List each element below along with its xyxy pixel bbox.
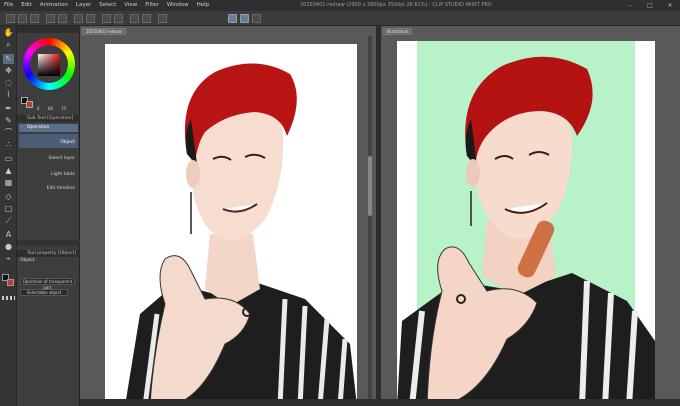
saturation-value: 86: [48, 106, 54, 111]
sub-tool-footer: [17, 240, 80, 246]
sub-tool-header: Sub Tool [Operation]: [17, 115, 80, 122]
canvas-artwork-left[interactable]: [105, 44, 357, 406]
balloon-icon[interactable]: ●: [3, 242, 14, 252]
select-all-icon[interactable]: [130, 14, 139, 23]
gradient-icon[interactable]: ▦: [3, 178, 14, 188]
sub-tool-group-operation[interactable]: Operation: [19, 124, 78, 132]
background-color-swatch[interactable]: [7, 279, 14, 286]
close-button[interactable]: ✕: [660, 0, 680, 11]
menu-window[interactable]: Window: [167, 0, 189, 11]
airbrush-icon[interactable]: ∴: [3, 140, 14, 150]
saturation-value-square[interactable]: [38, 54, 60, 76]
move-icon[interactable]: ✥: [3, 66, 14, 76]
sub-tool-object[interactable]: Object: [19, 139, 78, 147]
menu-layer[interactable]: Layer: [76, 0, 91, 11]
canvas-view-right: Illustration: [381, 26, 680, 406]
zoom-icon[interactable]: ⌕: [3, 40, 14, 50]
redo-icon[interactable]: [58, 14, 67, 23]
fill-icon[interactable]: ▲: [3, 166, 14, 176]
operation-icon[interactable]: ↖: [3, 54, 14, 64]
maximize-button[interactable]: □: [640, 0, 660, 11]
invert-selection-icon[interactable]: [158, 14, 167, 23]
scrollbar-left-thumb[interactable]: [368, 156, 372, 216]
new-icon[interactable]: [6, 14, 15, 23]
window-title: 20250401-redraw (2900 x 3800px 350dpi 26…: [300, 2, 492, 8]
rotate-icon[interactable]: [114, 14, 123, 23]
save-icon[interactable]: [30, 14, 39, 23]
document-tab-right[interactable]: Illustration: [383, 28, 413, 35]
tool-property-section: Object: [20, 258, 35, 263]
menu-animation[interactable]: Animation: [40, 0, 68, 11]
lasso-icon[interactable]: ◌: [3, 78, 14, 88]
snap-special-ruler-icon[interactable]: [240, 14, 249, 23]
snap-grid-icon[interactable]: [252, 14, 261, 23]
tool-property-header: Tool property [Object]: [17, 250, 80, 257]
command-bar: [0, 11, 680, 26]
pencil-icon[interactable]: ✎: [3, 116, 14, 126]
scrollbar-left[interactable]: [368, 36, 372, 406]
transparent-operation-dropdown[interactable]: Operation of transparent part: [20, 278, 75, 290]
menu-view[interactable]: View: [124, 0, 137, 11]
color-wheel-header: [17, 26, 80, 33]
brightness-value: 74: [61, 106, 67, 111]
brush-icon[interactable]: ⌒: [3, 128, 14, 138]
deselect-icon[interactable]: [142, 14, 151, 23]
pen-icon[interactable]: ✒: [3, 104, 14, 114]
menu-select[interactable]: Select: [99, 0, 116, 11]
tool-palette: ✋ ⌕ ↖ ✥ ◌ ⌇ ✒ ✎ ⌒ ∴ ▭ ▲ ▦ ◇ ▢ ⟋ A ● ⌁: [0, 26, 17, 406]
open-icon[interactable]: [18, 14, 27, 23]
menu-edit[interactable]: Edit: [21, 0, 32, 11]
sub-tool-edit-timeline[interactable]: Edit timeline: [19, 185, 78, 193]
transparent-color-icon[interactable]: [2, 296, 15, 300]
left-panel: 0 86 74 Sub Tool [Operation] Operation O…: [17, 26, 80, 406]
eraser-icon[interactable]: ▭: [3, 154, 14, 164]
hue-value: 0: [37, 106, 40, 111]
minimize-button[interactable]: –: [620, 0, 640, 11]
frame-icon[interactable]: ▢: [3, 204, 14, 214]
fill-layer-icon[interactable]: [86, 14, 95, 23]
hand-icon[interactable]: ✋: [3, 28, 14, 38]
sub-tool-select-layer[interactable]: Select layer: [19, 155, 78, 163]
snap-ruler-icon[interactable]: [228, 14, 237, 23]
text-icon[interactable]: A: [3, 230, 14, 240]
app-window: File Edit Animation Layer Select View Fi…: [0, 0, 680, 406]
menu-filter[interactable]: Filter: [145, 0, 159, 11]
transform-icon[interactable]: [102, 14, 111, 23]
status-bar: [80, 399, 680, 406]
canvas-artwork-right[interactable]: [397, 41, 655, 406]
window-controls: – □ ✕: [620, 0, 680, 11]
eyedropper-icon[interactable]: ⌇: [3, 90, 14, 100]
sub-tool-light-table[interactable]: Light table: [19, 171, 78, 179]
undo-icon[interactable]: [46, 14, 55, 23]
ruler-icon[interactable]: ⟋: [3, 216, 14, 226]
canvas-view-left: 20250401-redraw: [80, 26, 376, 406]
sub-color-swatch[interactable]: [26, 101, 33, 108]
menu-help[interactable]: Help: [197, 0, 210, 11]
menu-bar: File Edit Animation Layer Select View Fi…: [0, 0, 680, 11]
correct-line-icon[interactable]: ⌁: [3, 254, 14, 264]
figure-icon[interactable]: ◇: [3, 192, 14, 202]
document-tab-left[interactable]: 20250401-redraw: [82, 28, 126, 35]
menu-file[interactable]: File: [4, 0, 13, 11]
selectable-object-dropdown[interactable]: Selectable object: [20, 289, 68, 296]
clear-icon[interactable]: [74, 14, 83, 23]
